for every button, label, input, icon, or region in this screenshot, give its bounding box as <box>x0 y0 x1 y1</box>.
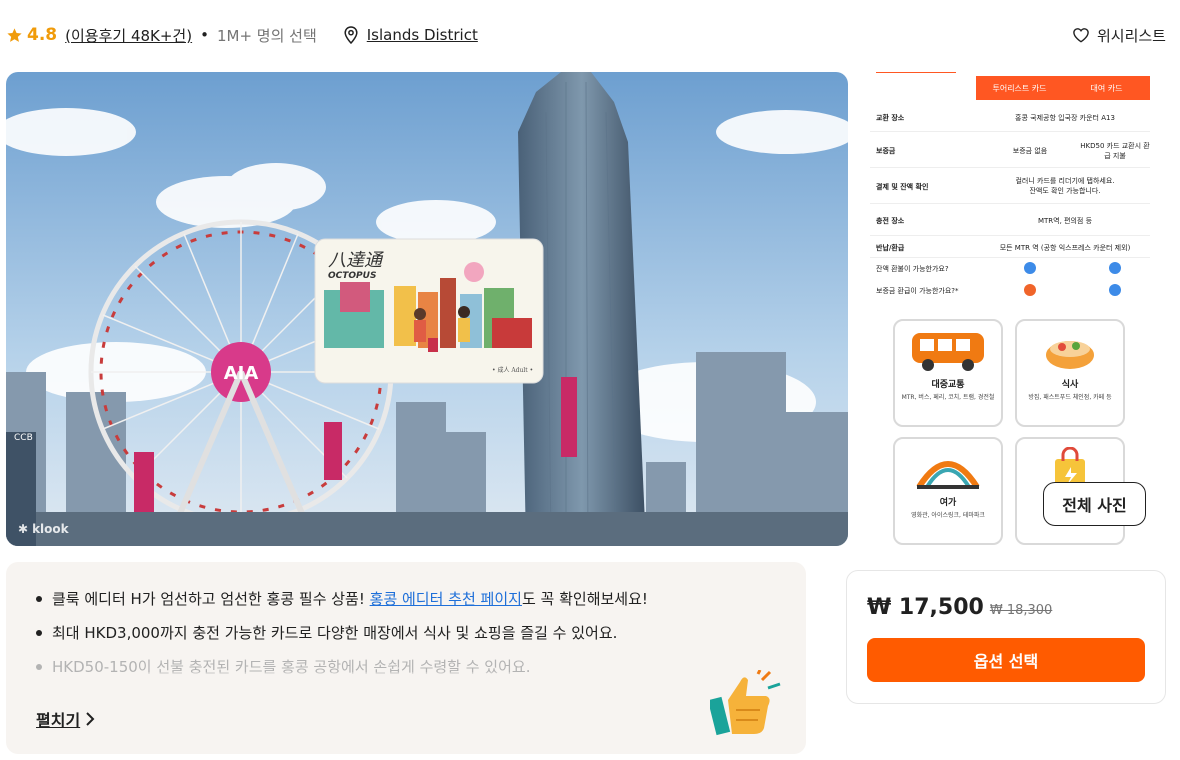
highlights-list: 클룩 에디터 H가 엄선하고 엄선한 홍콩 필수 상품! 홍콩 에디터 추천 페… <box>34 586 694 680</box>
list-item: 클룩 에디터 H가 엄선하고 엄선한 홍콩 필수 상품! 홍콩 에디터 추천 페… <box>34 586 694 612</box>
watermark-text: klook <box>32 522 69 536</box>
compare-value: 모든 MTR 역 (공항 익스프레스 카운터 제외) <box>999 243 1131 252</box>
heart-icon <box>1073 28 1089 43</box>
original-price: ₩ 18,300 <box>989 603 1053 618</box>
check-icon <box>1024 262 1036 274</box>
editor-recommend-link[interactable]: 홍콩 에디터 추천 페이지 <box>370 590 522 608</box>
compare-row: 교환 장소 홍콩 국제공항 입국장 카운터 A13 <box>870 104 1150 132</box>
tile-title: 대중교통 <box>931 380 965 390</box>
compare-value: HKD50 카드 교환시 환급 지불 <box>1080 141 1150 160</box>
expand-label: 펼치기 <box>36 711 81 730</box>
compare-key: 보증금 <box>876 146 896 155</box>
reviews-link[interactable]: (이용후기 48K+건) <box>65 25 192 46</box>
bank-sign: CCB <box>14 433 33 443</box>
compare-tab-tourist: 투어리스트 카드 <box>992 83 1047 93</box>
bus-icon <box>912 333 984 371</box>
highlight-text: 클룩 에디터 H가 엄선하고 엄선한 홍콩 필수 상품! <box>52 590 370 608</box>
compare-key: 충전 장소 <box>876 216 905 225</box>
list-item: 최대 HKD3,000까지 충전 가능한 카드로 다양한 매장에서 식사 및 쇼… <box>34 620 694 646</box>
rating-value: 4.8 <box>27 25 58 45</box>
location-pin-icon <box>344 26 358 44</box>
chevron-right-icon <box>86 712 95 726</box>
compare-row: 결제 및 잔액 확인 컬러니 카드를 리더기에 탭하세요. 잔액도 확인 가능합니… <box>870 170 1150 204</box>
compare-key: 잔액 환불이 가능한가요? <box>876 265 949 273</box>
compare-key: 결제 및 잔액 확인 <box>876 182 929 191</box>
photo-gallery: 투어리스트 카드 대여 카드 교환 장소 홍콩 국제공항 입국장 카운터 A13… <box>866 72 1152 546</box>
compare-value: MTR역, 편의점 등 <box>1037 216 1093 225</box>
fade-overlay <box>6 672 706 702</box>
klook-logo-icon: ✱ <box>18 522 29 536</box>
compare-row: 충전 장소 MTR역, 편의점 등 <box>870 206 1150 236</box>
compare-row: 잔액 환불이 가능한가요? <box>870 258 1150 280</box>
all-photos-button[interactable]: 전체 사진 <box>1043 482 1146 526</box>
food-bowl-icon <box>1046 341 1094 369</box>
tile-title: 여가 <box>939 498 957 508</box>
price-box: ₩ 17,500 ₩ 18,300 옵션 선택 <box>846 570 1166 704</box>
card-label: • 成人 Adult • <box>492 366 533 374</box>
compare-value: 잔액도 확인 가능합니다. <box>1029 186 1101 195</box>
compare-row: 보증금 환급이 가능한가요?* <box>870 280 1150 302</box>
tile-subtitle: 방집, 패스트푸드 체인점, 카페 등 <box>1028 394 1112 401</box>
highlight-text: 도 꼭 확인해보세요! <box>521 590 648 608</box>
compare-value: 보증금 없음 <box>1012 146 1048 155</box>
meta-row: 4.8 (이용후기 48K+건) • 1M+ 명의 선택 Islands Dis… <box>6 22 1166 48</box>
expand-button[interactable]: 펼치기 <box>36 707 96 731</box>
thumbs-up-icon <box>710 670 781 736</box>
select-option-button[interactable]: 옵션 선택 <box>867 638 1145 682</box>
octopus-card: 八達通 OCTOPUS • 成人 Adult • <box>314 238 544 384</box>
price-line: ₩ 17,500 ₩ 18,300 <box>867 595 1145 620</box>
hero-image[interactable]: AIA CCB 八達通 OCTOPUS • 成人 Adult • ✱ klook <box>6 72 848 546</box>
compare-tab-rental: 대여 카드 <box>1090 83 1123 93</box>
compare-value: 홍콩 국제공항 입국장 카운터 A13 <box>1015 113 1115 122</box>
tile-transport[interactable]: 대중교통 MTR, 버스, 페리, 코치, 트램, 경전철 <box>893 319 1003 427</box>
compare-key: 교환 장소 <box>876 113 905 122</box>
current-price: ₩ 17,500 <box>867 595 984 620</box>
wishlist-button[interactable]: 위시리스트 <box>1072 25 1166 46</box>
participants-count: 1M+ 명의 선택 <box>216 26 317 45</box>
check-icon <box>1109 284 1121 296</box>
tile-subtitle: MTR, 버스, 페리, 코치, 트램, 경전철 <box>901 394 995 401</box>
star-icon <box>7 27 22 42</box>
tile-subtitle: 영화관, 아이스링크, 테마파크 <box>911 512 985 519</box>
location-link[interactable]: Islands District <box>367 26 478 44</box>
compare-tabs: 투어리스트 카드 대여 카드 <box>976 76 1150 100</box>
cross-icon <box>1024 284 1036 296</box>
card-brand-cn: 八達通 <box>328 250 384 271</box>
compare-table-image[interactable]: 투어리스트 카드 대여 카드 교환 장소 홍콩 국제공항 입국장 카운터 A13… <box>866 72 1150 306</box>
location[interactable]: Islands District <box>343 26 478 44</box>
separator-dot: • <box>200 26 209 44</box>
arch-icon <box>916 461 980 489</box>
tile-dining[interactable]: 식사 방집, 패스트푸드 체인점, 카페 등 <box>1015 319 1125 427</box>
highlights-box: 클룩 에디터 H가 엄선하고 엄선한 홍콩 필수 상품! 홍콩 에디터 추천 페… <box>6 562 806 754</box>
compare-key: 반납/환급 <box>876 243 905 252</box>
compare-value: 컬러니 카드를 리더기에 탭하세요. <box>1015 177 1115 186</box>
highlight-text: 최대 HKD3,000까지 충전 가능한 카드로 다양한 매장에서 식사 및 쇼… <box>52 624 618 642</box>
wheel-badge: AIA <box>224 363 259 384</box>
compare-row: 반납/환급 모든 MTR 역 (공항 익스프레스 카운터 제외) <box>870 238 1150 258</box>
compare-row: 보증금 보증금 없음 HKD50 카드 교환시 환급 지불 <box>870 134 1150 168</box>
compare-key: 보증금 환급이 가능한가요?* <box>876 287 959 295</box>
klook-watermark: ✱ klook <box>18 522 69 536</box>
tile-title: 식사 <box>1061 380 1079 390</box>
card-brand-en: OCTOPUS <box>328 271 376 281</box>
check-icon <box>1109 262 1121 274</box>
wishlist-label: 위시리스트 <box>1096 26 1166 45</box>
tile-leisure[interactable]: 여가 영화관, 아이스링크, 테마파크 <box>893 437 1003 545</box>
